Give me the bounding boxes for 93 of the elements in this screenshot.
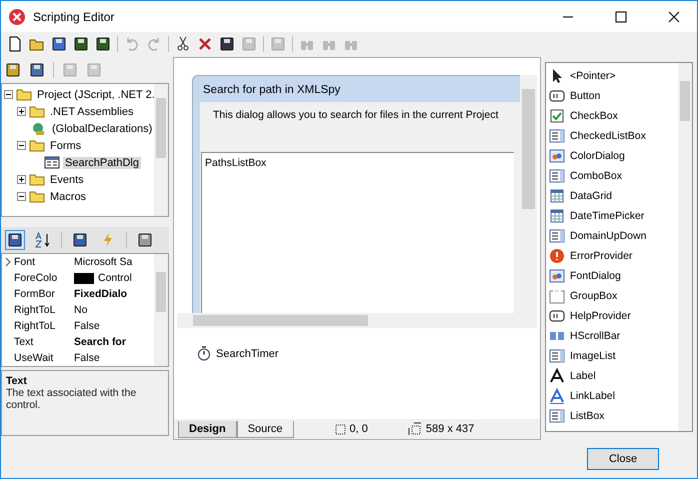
toolbox-item[interactable]: FontDialog bbox=[570, 270, 621, 282]
toolbox-item[interactable]: ErrorProvider bbox=[570, 250, 632, 262]
checklist-icon bbox=[549, 128, 565, 144]
vertical-scrollbar[interactable] bbox=[520, 75, 537, 313]
tree-item[interactable]: Macros bbox=[48, 190, 88, 202]
expand-icon[interactable] bbox=[17, 107, 26, 116]
property-name: FormBor bbox=[14, 288, 56, 300]
property-name: ForeColo bbox=[14, 272, 58, 284]
toolbox-item[interactable]: HelpProvider bbox=[570, 310, 631, 322]
grid-icon bbox=[549, 188, 565, 204]
collapse-icon[interactable] bbox=[17, 192, 26, 201]
property-name: RightToL bbox=[14, 320, 56, 332]
save-all-icon[interactable] bbox=[95, 36, 111, 52]
toolbox-item[interactable]: HScrollBar bbox=[570, 330, 620, 342]
property-name: UseWait bbox=[14, 352, 54, 364]
tree-item[interactable]: Events bbox=[48, 174, 86, 186]
folder-icon bbox=[29, 173, 45, 186]
property-value[interactable]: No bbox=[74, 304, 88, 316]
location-text: 0, 0 bbox=[350, 423, 368, 435]
toolbox-item[interactable]: LinkLabel bbox=[570, 390, 615, 402]
new-icon[interactable] bbox=[7, 36, 23, 52]
stopwatch-icon bbox=[197, 346, 211, 361]
vertical-scrollbar[interactable] bbox=[154, 84, 168, 216]
close-button[interactable]: Close bbox=[587, 448, 659, 470]
description-text: The text associated with the control. bbox=[6, 387, 138, 411]
form-icon bbox=[44, 156, 60, 169]
folder-icon bbox=[29, 105, 45, 118]
property-value[interactable]: FixedDialo bbox=[74, 288, 128, 300]
collapse-icon[interactable] bbox=[17, 141, 26, 150]
folder-icon bbox=[29, 190, 45, 203]
form-title: Search for path in XMLSpy bbox=[202, 83, 342, 98]
listbox-icon bbox=[549, 408, 565, 424]
property-value[interactable]: False bbox=[74, 352, 100, 364]
toolbox-item[interactable]: CheckedListBox bbox=[570, 130, 646, 142]
tray-component[interactable]: SearchTimer bbox=[216, 348, 279, 360]
tree-item[interactable]: Project (JScript, .NET 2. bbox=[35, 88, 154, 100]
globe-icon bbox=[31, 122, 47, 136]
view-tab[interactable]: Design bbox=[178, 420, 237, 438]
save-icon[interactable] bbox=[73, 36, 89, 52]
expand-icon[interactable] bbox=[17, 175, 26, 184]
delete-icon[interactable] bbox=[197, 36, 213, 52]
property-name: Text bbox=[14, 336, 34, 348]
app-icon bbox=[8, 8, 26, 26]
toolbox-item[interactable]: Button bbox=[570, 90, 600, 102]
updown-icon bbox=[549, 228, 565, 244]
tree-item[interactable]: SearchPathDlg bbox=[63, 156, 141, 168]
cut-icon[interactable] bbox=[175, 36, 191, 52]
vertical-scrollbar[interactable] bbox=[678, 63, 692, 431]
vertical-scrollbar[interactable] bbox=[154, 254, 168, 366]
chevron-icon[interactable] bbox=[4, 257, 12, 267]
button-icon bbox=[549, 88, 565, 104]
collapse-icon[interactable] bbox=[4, 90, 13, 99]
toolbox-item[interactable]: ImageList bbox=[570, 350, 616, 362]
property-value[interactable]: Microsoft Sa bbox=[74, 256, 132, 268]
horizontal-scrollbar[interactable] bbox=[177, 313, 537, 328]
date-icon bbox=[549, 208, 565, 224]
tree-item[interactable]: .NET Assemblies bbox=[48, 106, 136, 118]
dialog-icon bbox=[549, 148, 565, 164]
property-name: Font bbox=[14, 256, 36, 268]
toolbox-item[interactable]: Label bbox=[570, 370, 596, 382]
property-name: RightToL bbox=[14, 304, 56, 316]
error-icon bbox=[549, 248, 565, 264]
toolbox-item[interactable]: CheckBox bbox=[570, 110, 618, 122]
group-icon bbox=[549, 288, 565, 304]
maximize-icon[interactable] bbox=[615, 10, 627, 22]
form-label: This dialog allows you to search for files in the current Project bbox=[213, 108, 500, 122]
property-value[interactable]: Search for bbox=[74, 336, 126, 348]
toolbox-item[interactable]: <Pointer> bbox=[570, 70, 616, 82]
folder-icon bbox=[29, 139, 45, 152]
toolbox-item[interactable]: ComboBox bbox=[570, 170, 622, 182]
property-value[interactable]: False bbox=[74, 320, 100, 332]
list-box: PathsListBox bbox=[201, 152, 514, 313]
folder-icon bbox=[16, 88, 32, 101]
toolbox-item[interactable]: DateTimePicker bbox=[570, 210, 644, 222]
position-icon bbox=[334, 423, 346, 435]
tree-item[interactable]: (GlobalDeclarations) bbox=[50, 122, 154, 134]
size-icon bbox=[408, 422, 422, 436]
tree-item[interactable]: Forms bbox=[48, 140, 84, 152]
toolbox-item[interactable]: GroupBox bbox=[570, 290, 618, 302]
view-tab[interactable]: Source bbox=[236, 420, 294, 438]
link-icon bbox=[549, 388, 565, 404]
size-text: 589 x 437 bbox=[426, 423, 474, 435]
checkbox-icon bbox=[549, 108, 565, 124]
toolbox-item[interactable]: ListBox bbox=[570, 410, 604, 422]
toolbox-item[interactable]: DomainUpDown bbox=[570, 230, 646, 242]
description-title: Text bbox=[6, 375, 28, 387]
close-icon[interactable] bbox=[668, 10, 680, 22]
toolbox-item[interactable]: DataGrid bbox=[570, 190, 612, 202]
label-icon bbox=[549, 368, 565, 384]
window-title: Scripting Editor bbox=[33, 10, 114, 24]
toolbox-item[interactable]: ColorDialog bbox=[570, 150, 625, 162]
combo-icon bbox=[549, 168, 565, 184]
property-value[interactable]: Control bbox=[98, 272, 132, 284]
